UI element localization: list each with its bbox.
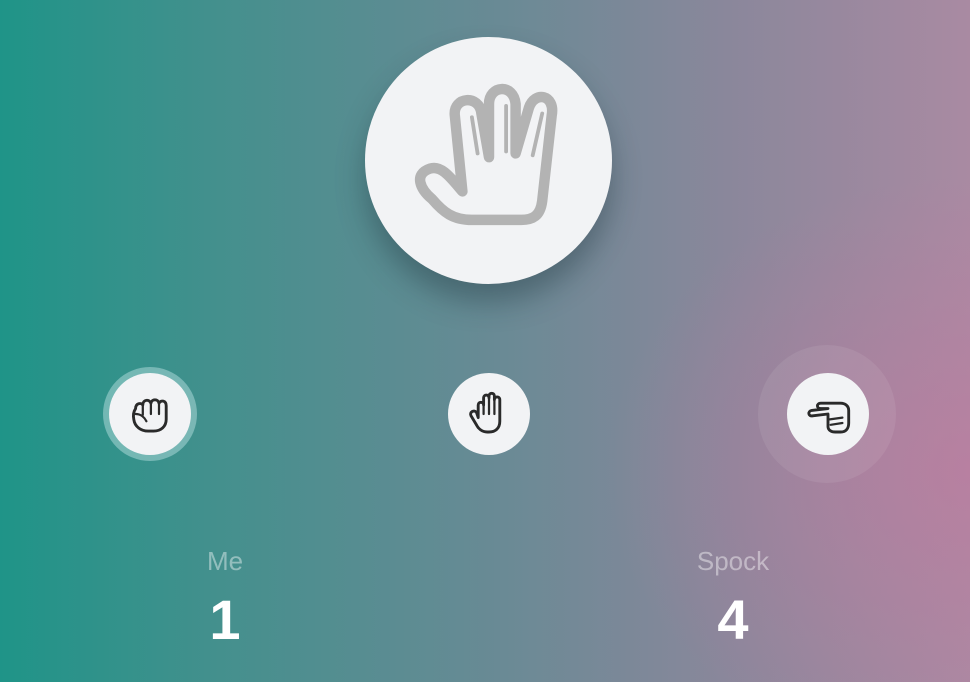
paper-button[interactable] <box>448 373 530 455</box>
opponent-score: Spock 4 <box>633 544 833 652</box>
scissors-hand-icon <box>807 401 851 434</box>
player-score-label: Me <box>206 546 244 576</box>
opponent-choice-display <box>365 37 612 284</box>
player-score-value: 1 <box>209 588 241 651</box>
paper-hand-icon <box>469 391 502 434</box>
player-score: Me 1 <box>125 544 325 652</box>
opponent-score-value: 4 <box>717 588 749 651</box>
scissors-button[interactable] <box>787 373 869 455</box>
rock-button[interactable] <box>109 373 191 455</box>
vulcan-salute-icon <box>414 83 557 225</box>
opponent-score-label: Spock <box>696 546 770 576</box>
rock-fist-icon <box>132 398 168 433</box>
